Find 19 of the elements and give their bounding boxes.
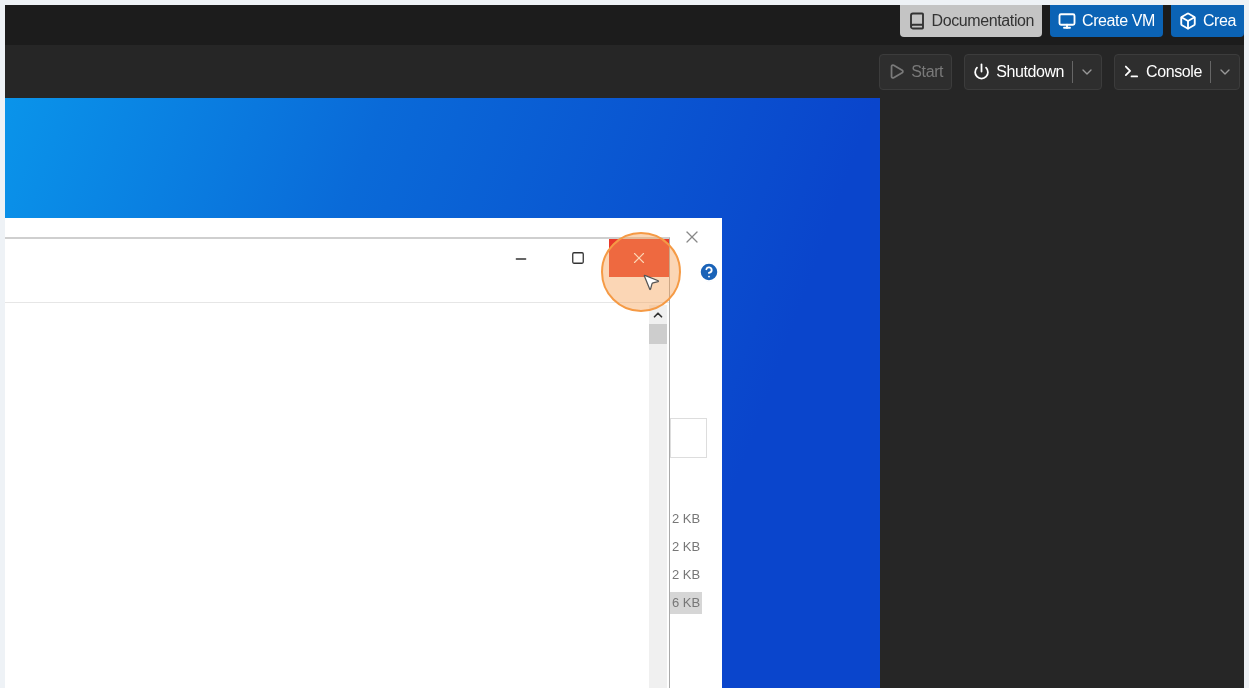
file-size: 2 KB <box>671 538 702 556</box>
power-icon <box>973 63 991 80</box>
file-size: 2 KB <box>671 510 702 528</box>
secondary-button[interactable]: Documentation <box>899 5 1043 37</box>
monitor-icon <box>1058 12 1077 30</box>
primary-button[interactable]: Create VM <box>1050 5 1163 37</box>
search-field[interactable] <box>670 418 707 458</box>
maximize-icon[interactable] <box>571 251 585 265</box>
primary-button[interactable]: Crea <box>1170 5 1244 37</box>
cube-icon <box>1178 12 1197 30</box>
terminal-icon <box>1123 63 1141 80</box>
file-size: 2 KB <box>671 566 702 584</box>
book-icon <box>907 12 926 30</box>
play-icon <box>888 63 906 80</box>
toolbar-button[interactable]: Shutdown <box>965 54 1073 89</box>
file-size: 6 KB <box>670 592 703 614</box>
scrollbar-thumb[interactable] <box>649 324 667 344</box>
help-icon[interactable] <box>698 261 720 283</box>
toolbar-button[interactable]: Console <box>1115 54 1210 89</box>
